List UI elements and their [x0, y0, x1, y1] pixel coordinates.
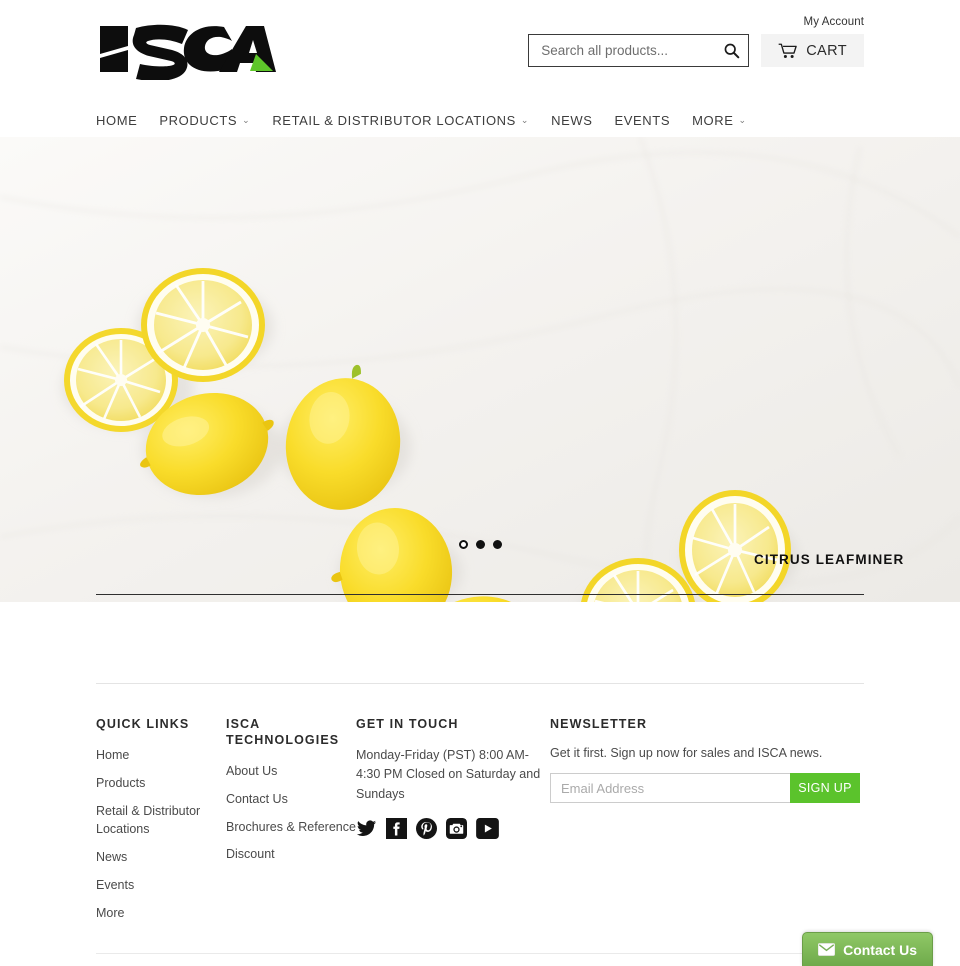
chevron-down-icon: ⌄: [738, 114, 747, 125]
footer-link-events[interactable]: Events: [96, 876, 226, 895]
nav-label: HOME: [96, 112, 138, 128]
social-links: [356, 818, 550, 844]
footer-column-isca-technologies: ISCA TECHNOLOGIES About Us Contact Us Br…: [226, 716, 356, 931]
my-account-link[interactable]: My Account: [804, 16, 864, 28]
shopping-cart-icon: [778, 43, 797, 58]
social-link-facebook[interactable]: [386, 818, 407, 844]
footer-link-about-us[interactable]: About Us: [226, 762, 356, 781]
slider-dot-2[interactable]: [475, 540, 485, 549]
footer-columns: QUICK LINKS Home Products Retail & Distr…: [96, 716, 864, 931]
nav-item-products[interactable]: PRODUCTS ⌄: [159, 113, 250, 128]
footer-column-get-in-touch: GET IN TOUCH Monday-Friday (PST) 8:00 AM…: [356, 716, 550, 931]
search-input[interactable]: [539, 36, 722, 65]
nav-label: EVENTS: [614, 112, 671, 128]
envelope-icon: [818, 943, 836, 956]
chevron-down-icon: ⌄: [520, 114, 530, 125]
contact-us-label: Contact Us: [843, 941, 917, 958]
newsletter-heading: NEWSLETTER: [550, 717, 648, 731]
slider-dot-3[interactable]: [492, 540, 502, 549]
pinterest-icon: [416, 818, 437, 840]
footer-link-more[interactable]: More: [96, 904, 226, 923]
facebook-icon: [386, 818, 407, 840]
contact-us-button[interactable]: Contact Us: [802, 932, 933, 966]
nav-item-events[interactable]: EVENTS: [614, 113, 670, 128]
nav-item-home[interactable]: HOME: [96, 113, 137, 128]
nav-label: NEWS: [551, 112, 593, 128]
newsletter-form: SIGN UP: [550, 773, 860, 803]
site-footer: QUICK LINKS Home Products Retail & Distr…: [96, 683, 864, 966]
footer-link-products[interactable]: Products: [96, 774, 226, 793]
search-button[interactable]: [721, 42, 742, 59]
nav-item-news[interactable]: NEWS: [551, 113, 592, 128]
newsletter-description: Get it first. Sign up now for sales and …: [550, 746, 823, 760]
chevron-down-icon: ⌄: [242, 114, 251, 125]
isca-logo[interactable]: [96, 18, 276, 82]
footer-link-news[interactable]: News: [96, 848, 226, 867]
footer-column-newsletter: NEWSLETTER Get it first. Sign up now for…: [550, 716, 864, 931]
social-link-twitter[interactable]: [356, 818, 377, 844]
business-hours: Monday-Friday (PST) 8:00 AM- 4:30 PM Clo…: [356, 748, 541, 801]
site-header: My Account Search all products... CART: [96, 0, 864, 103]
footer-link-home[interactable]: Home: [96, 746, 226, 765]
social-link-youtube[interactable]: [476, 818, 499, 844]
hero-title: CITRUS LEAFMINER: [754, 552, 905, 567]
social-link-instagram[interactable]: [446, 818, 467, 844]
nav-list: HOME PRODUCTS ⌄ RETAIL & DISTRIBUTOR LOC…: [96, 103, 864, 137]
hero-overlay: CITRUS LEAFMINER SHOP: [0, 137, 960, 602]
footer-link-retail-distributor-locations[interactable]: Retail & Distributor Locations: [96, 802, 226, 840]
nav-label: PRODUCTS: [159, 112, 238, 128]
nav-label: RETAIL & DISTRIBUTOR LOCATIONS: [272, 112, 516, 128]
youtube-icon: [476, 818, 499, 840]
footer-link-brochures-reference[interactable]: Brochures & Reference: [226, 818, 356, 837]
quick-links-heading: QUICK LINKS: [96, 717, 190, 731]
slider-dot-1[interactable]: [458, 540, 468, 549]
twitter-icon: [356, 820, 377, 837]
header-right: My Account Search all products... CART: [528, 12, 864, 67]
get-in-touch-heading: GET IN TOUCH: [356, 717, 459, 731]
search-form: [528, 34, 750, 67]
content-divider-zone: [96, 571, 864, 683]
footer-link-contact-us[interactable]: Contact Us: [226, 790, 356, 809]
newsletter-signup-button[interactable]: SIGN UP: [790, 773, 860, 803]
social-link-pinterest[interactable]: [416, 818, 437, 844]
footer-bottom-bar: © 2017 ISCA Technologies. All Rights Res…: [96, 953, 864, 966]
cart-button[interactable]: CART: [761, 34, 864, 67]
nav-item-more[interactable]: MORE ⌄: [692, 113, 747, 128]
footer-column-quick-links: QUICK LINKS Home Products Retail & Distr…: [96, 716, 226, 931]
footer-link-discount[interactable]: Discount: [226, 845, 356, 864]
search-icon: [724, 43, 740, 59]
cart-label: CART: [806, 42, 847, 59]
page-root: My Account Search all products... CART H…: [0, 0, 960, 966]
header-tools: CART: [528, 34, 864, 67]
nav-item-retail-distributor-locations[interactable]: RETAIL & DISTRIBUTOR LOCATIONS ⌄: [272, 113, 529, 128]
isca-technologies-heading: ISCA TECHNOLOGIES: [226, 717, 340, 747]
main-navigation: HOME PRODUCTS ⌄ RETAIL & DISTRIBUTOR LOC…: [96, 103, 864, 137]
nav-label: MORE: [692, 112, 734, 128]
section-divider: [96, 594, 864, 595]
newsletter-email-input[interactable]: [550, 773, 790, 803]
hero-slider[interactable]: CITRUS LEAFMINER SHOP: [0, 137, 960, 602]
instagram-icon: [446, 818, 467, 840]
slider-dots: [0, 540, 960, 549]
